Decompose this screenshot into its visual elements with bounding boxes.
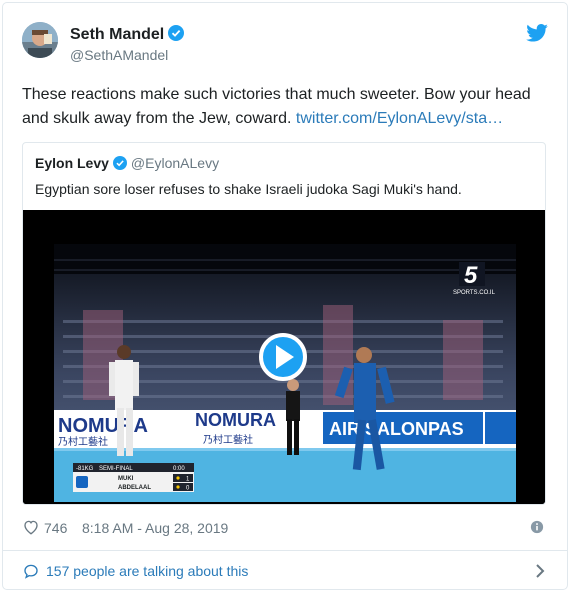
heart-icon[interactable] [22, 518, 40, 539]
talking-count: 157 people are talking about this [46, 563, 249, 579]
verified-badge-icon [168, 25, 185, 46]
channel-sub: SPORTS.CO.IL [453, 290, 496, 296]
banner-nomura-2: NOMURA [195, 410, 276, 430]
tweet-link[interactable]: twitter.com/EylonALevy/sta… [296, 110, 503, 127]
quoted-text: Egyptian sore loser refuses to shake Isr… [35, 181, 462, 197]
player-1-name: MUKI [118, 476, 134, 482]
twitter-bird-icon[interactable] [526, 24, 548, 47]
scoreboard: -81KG SEMI-FINAL 0:00 MUKI ABDELAAL 1 0 [73, 463, 194, 492]
player-2-name: ABDELAAL [118, 485, 151, 491]
banner-nomura-1: NOMURA [58, 415, 148, 437]
avatar[interactable] [22, 22, 58, 58]
quoted-author-handle: @EylonALevy [130, 155, 220, 171]
quoted-tweet[interactable]: Eylon Levy @EylonALevy Egyptian sore lose… [22, 142, 546, 505]
comment-bubble-icon [22, 562, 40, 583]
tweet-text: These reactions make such victories that… [22, 83, 542, 131]
banner-nomura-sub-1: 乃村工藝社 [58, 435, 108, 448]
tweet-header: Seth Mandel @SethAMandel [22, 22, 552, 70]
chevron-right-icon [534, 563, 546, 582]
quoted-header: Eylon Levy @EylonALevy [35, 155, 219, 173]
like-count[interactable]: 746 [44, 520, 67, 536]
tweet-card: Seth Mandel @SethAMandel These reactions… [2, 2, 568, 590]
info-icon[interactable] [530, 520, 544, 537]
author-name-text: Seth Mandel [70, 26, 165, 43]
video-frame: NOMURA 乃村工藝社 NOMURA 乃村工藝社 AIR SALONPAS 5… [23, 210, 545, 504]
quoted-author-name: Eylon Levy [35, 155, 109, 171]
tweet-meta: 746 8:18 AM - Aug 28, 2019 [22, 518, 548, 538]
banner-salonpas: AIR SALONPAS [329, 419, 464, 439]
score-round: SEMI-FINAL [99, 466, 133, 472]
banner-nomura-sub-2: 乃村工藝社 [203, 433, 253, 446]
conversation-link[interactable]: 157 people are talking about this [22, 561, 548, 583]
author-name[interactable]: Seth Mandel [70, 25, 185, 46]
video-player[interactable]: NOMURA 乃村工藝社 NOMURA 乃村工藝社 AIR SALONPAS 5… [23, 210, 545, 504]
score-category: -81KG [76, 466, 94, 472]
verified-badge-icon [112, 156, 127, 173]
play-button[interactable] [259, 333, 307, 381]
score-clock: 0:00 [173, 466, 185, 472]
author-handle[interactable]: @SethAMandel [70, 47, 168, 63]
divider [3, 550, 567, 551]
tweet-timestamp[interactable]: 8:18 AM - Aug 28, 2019 [82, 520, 228, 536]
channel-number: 5 [464, 262, 478, 289]
